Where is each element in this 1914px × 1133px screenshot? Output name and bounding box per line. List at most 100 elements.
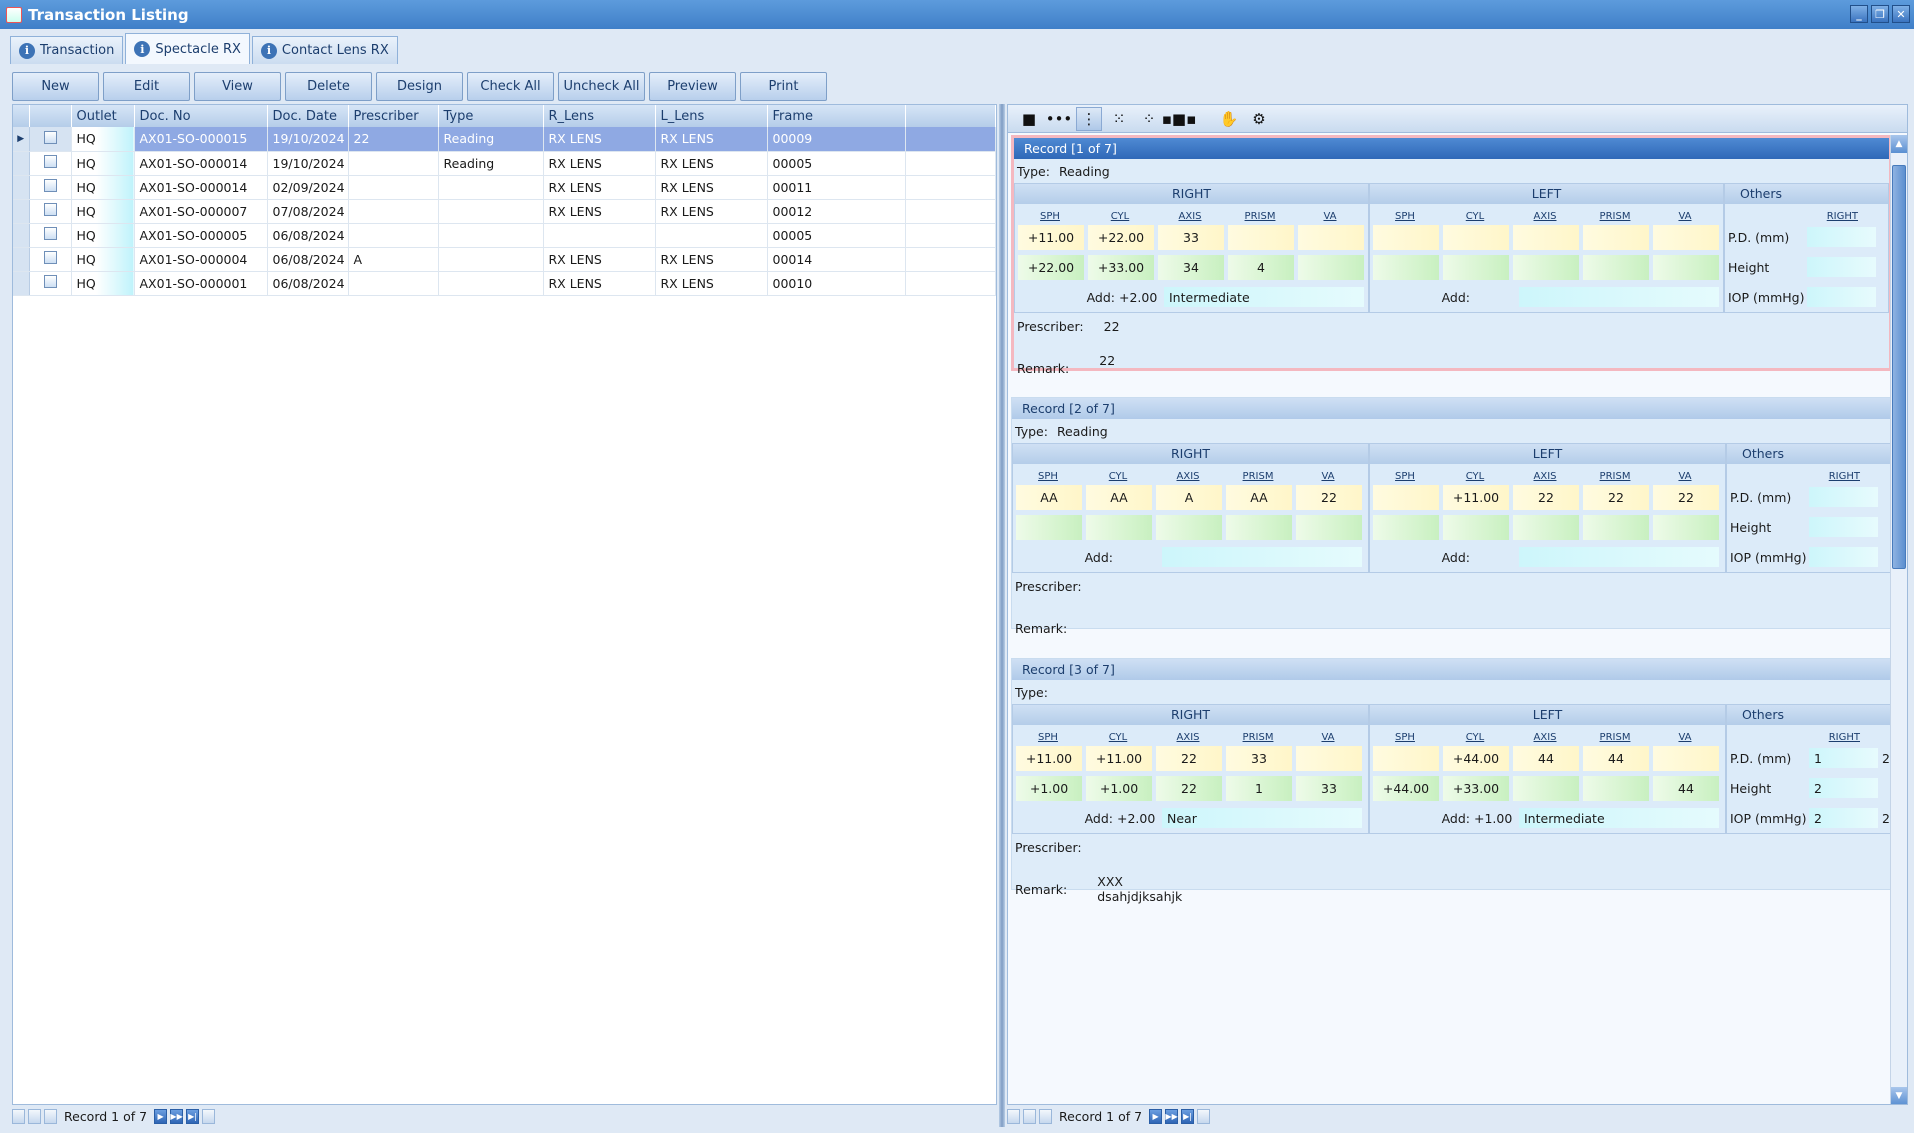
nav-first-icon[interactable] <box>12 1108 25 1124</box>
left-va-field[interactable] <box>1653 745 1719 771</box>
right-axis-field[interactable]: 22 <box>1156 745 1222 771</box>
left-va-field[interactable]: 44 <box>1653 775 1719 801</box>
height-field[interactable] <box>1808 517 1879 537</box>
right-cyl-field[interactable] <box>1086 514 1152 540</box>
left-prism-field[interactable] <box>1583 514 1649 540</box>
height-field[interactable]: 2 <box>1808 778 1879 798</box>
view-button[interactable]: View <box>194 72 281 101</box>
left-va-field[interactable]: 22 <box>1653 484 1719 510</box>
right-add-value[interactable]: +2.00 <box>1117 811 1157 826</box>
design-button[interactable]: Design <box>376 72 463 101</box>
preview-button[interactable]: Preview <box>649 72 736 101</box>
left-prism-field[interactable] <box>1583 775 1649 801</box>
right-sph-field[interactable]: AA <box>1016 484 1082 510</box>
iop-field[interactable] <box>1808 547 1879 567</box>
nav-prev-page-icon[interactable] <box>1039 1108 1052 1124</box>
right-sph-field[interactable] <box>1016 514 1082 540</box>
left-prism-field[interactable]: 22 <box>1583 484 1649 510</box>
check-all-button[interactable]: Check All <box>467 72 554 101</box>
col-header-l-lens[interactable]: L_Lens <box>655 105 768 127</box>
right-cyl-field[interactable]: AA <box>1086 484 1152 510</box>
right-sph-field[interactable]: +22.00 <box>1018 254 1084 280</box>
scroll-up-icon[interactable]: ▲ <box>1891 135 1907 153</box>
left-cyl-field[interactable]: +33.00 <box>1443 775 1509 801</box>
row-checkbox[interactable] <box>29 271 72 296</box>
tab-transaction[interactable]: i Transaction <box>10 36 124 64</box>
settings-gear-icon[interactable]: ⚙ <box>1246 107 1272 131</box>
nav-next-icon[interactable]: ▶ <box>154 1108 168 1124</box>
scroll-thumb[interactable] <box>1892 165 1906 569</box>
table-row[interactable]: HQ AX01-SO-000004 06/08/2024 A RX LENS RX LEN… <box>13 247 996 272</box>
left-axis-field[interactable]: 22 <box>1513 484 1579 510</box>
left-axis-field[interactable] <box>1513 775 1579 801</box>
multi-row-view-icon[interactable]: ⁙ <box>1106 107 1132 131</box>
scroll-left-icon[interactable] <box>202 1108 216 1124</box>
left-add-distance[interactable] <box>1519 287 1719 307</box>
close-icon[interactable]: ✕ <box>1892 5 1910 23</box>
new-button[interactable]: New <box>12 72 99 101</box>
row-checkbox[interactable] <box>29 199 72 224</box>
multi-column-view-icon[interactable]: ⁘ <box>1136 107 1162 131</box>
right-va-field[interactable]: 22 <box>1296 484 1362 510</box>
right-axis-field[interactable]: 34 <box>1158 254 1224 280</box>
scroll-left-icon[interactable] <box>1197 1108 1211 1124</box>
pan-hand-icon[interactable]: ✋ <box>1216 107 1242 131</box>
right-prism-field[interactable]: 1 <box>1226 775 1292 801</box>
rx-record-card[interactable]: Record [2 of 7] Type: Reading RIGHT SPH CYL AX… <box>1011 397 1892 636</box>
right-add-distance[interactable] <box>1162 547 1362 567</box>
rx-record-card[interactable]: Record [1 of 7] Type: Reading RIGHT SPH CYL AX… <box>1011 135 1892 376</box>
left-va-field[interactable] <box>1653 514 1719 540</box>
carousel-view-icon[interactable]: ▪■▪ <box>1162 107 1197 131</box>
edit-button[interactable]: Edit <box>103 72 190 101</box>
right-va-field[interactable] <box>1296 514 1362 540</box>
left-cyl-field[interactable]: +11.00 <box>1443 484 1509 510</box>
pd-field[interactable] <box>1808 487 1879 507</box>
uncheck-all-button[interactable]: Uncheck All <box>558 72 645 101</box>
nav-prev-icon[interactable] <box>28 1108 41 1124</box>
left-cyl-field[interactable] <box>1443 514 1509 540</box>
left-axis-field[interactable] <box>1513 224 1579 250</box>
left-va-field[interactable] <box>1653 254 1719 280</box>
left-add-distance[interactable]: Intermediate <box>1519 808 1719 828</box>
nav-last-icon[interactable]: ▶| <box>186 1108 200 1124</box>
left-sph-field[interactable]: +44.00 <box>1373 775 1439 801</box>
records-scrollbar[interactable]: ▲ ▼ <box>1890 135 1907 1104</box>
right-cyl-field[interactable]: +22.00 <box>1088 224 1154 250</box>
left-cyl-field[interactable] <box>1443 254 1509 280</box>
right-prism-field[interactable]: AA <box>1226 484 1292 510</box>
right-va-field[interactable]: 33 <box>1296 775 1362 801</box>
left-prism-field[interactable] <box>1583 254 1649 280</box>
left-prism-field[interactable]: 44 <box>1583 745 1649 771</box>
left-prism-field[interactable] <box>1583 224 1649 250</box>
nav-last-icon[interactable]: ▶| <box>1181 1108 1195 1124</box>
right-cyl-field[interactable]: +1.00 <box>1086 775 1152 801</box>
table-row[interactable]: HQ AX01-SO-000001 06/08/2024 RX LENS RX LENS… <box>13 271 996 296</box>
left-add-value[interactable]: +1.00 <box>1474 811 1514 826</box>
row-checkbox[interactable] <box>29 175 72 200</box>
nav-prev-page-icon[interactable] <box>44 1108 57 1124</box>
minimize-icon[interactable]: _ <box>1850 5 1868 23</box>
left-sph-field[interactable] <box>1373 224 1439 250</box>
right-va-field[interactable] <box>1298 224 1364 250</box>
col-header-frame[interactable]: Frame <box>767 105 906 127</box>
left-add-distance[interactable] <box>1519 547 1719 567</box>
single-view-icon[interactable]: ■ <box>1016 107 1042 131</box>
col-header-outlet[interactable]: Outlet <box>71 105 135 127</box>
col-header-prescriber[interactable]: Prescriber <box>348 105 439 127</box>
left-axis-field[interactable]: 44 <box>1513 745 1579 771</box>
right-sph-field[interactable]: +1.00 <box>1016 775 1082 801</box>
left-axis-field[interactable] <box>1513 254 1579 280</box>
pd-field[interactable]: 1 <box>1808 748 1879 768</box>
right-axis-field[interactable]: 33 <box>1158 224 1224 250</box>
table-row[interactable]: HQ AX01-SO-000005 06/08/2024 00005 <box>13 223 996 248</box>
right-sph-field[interactable]: +11.00 <box>1016 745 1082 771</box>
row-view-icon[interactable]: ••• <box>1046 107 1073 131</box>
right-add-distance[interactable]: Intermediate <box>1164 287 1364 307</box>
left-sph-field[interactable] <box>1373 484 1439 510</box>
left-sph-field[interactable] <box>1373 254 1439 280</box>
scroll-down-icon[interactable]: ▼ <box>1891 1087 1907 1104</box>
right-axis-field[interactable]: 22 <box>1156 775 1222 801</box>
left-sph-field[interactable] <box>1373 514 1439 540</box>
col-header-r-lens[interactable]: R_Lens <box>543 105 656 127</box>
splitter[interactable] <box>999 104 1005 1127</box>
